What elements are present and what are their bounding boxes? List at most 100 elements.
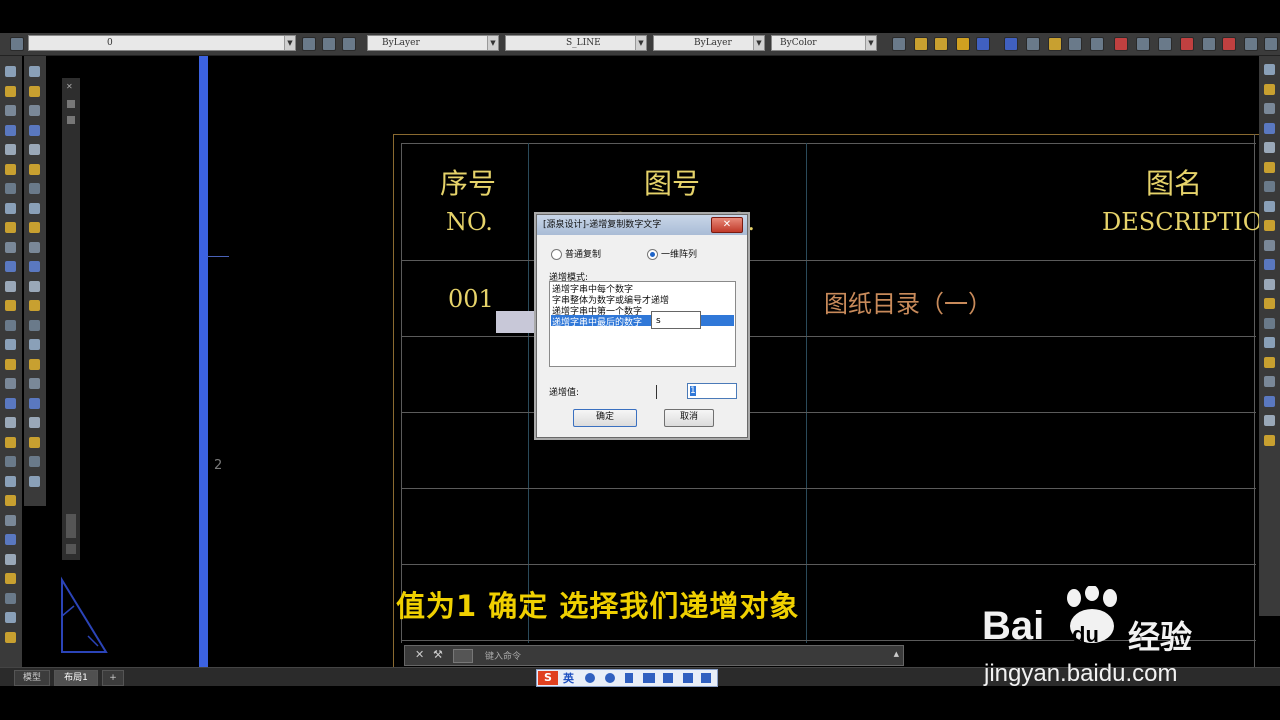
tool-icon[interactable] bbox=[1264, 376, 1275, 387]
tool-icon[interactable] bbox=[1114, 37, 1128, 51]
tool-icon[interactable] bbox=[5, 105, 16, 116]
ime-toolbar[interactable]: S 英 bbox=[536, 669, 718, 687]
tool-icon[interactable] bbox=[5, 475, 16, 487]
tool-icon[interactable] bbox=[1136, 37, 1150, 51]
close-icon[interactable]: ✕ bbox=[415, 648, 424, 661]
tool-icon[interactable] bbox=[29, 417, 40, 428]
chevron-up-icon[interactable]: ▲ bbox=[894, 650, 899, 658]
tool-icon[interactable] bbox=[5, 358, 16, 370]
tool-icon[interactable] bbox=[1180, 37, 1194, 51]
tool-icon[interactable] bbox=[5, 495, 16, 506]
tab-layout1[interactable]: 布局1 bbox=[54, 670, 98, 686]
tool-icon[interactable] bbox=[29, 358, 40, 370]
tool-icon[interactable] bbox=[1264, 278, 1275, 290]
tool-icon[interactable] bbox=[5, 534, 16, 545]
tool-icon[interactable] bbox=[5, 163, 16, 175]
tool-icon[interactable] bbox=[1264, 337, 1275, 348]
close-icon[interactable]: ✕ bbox=[66, 82, 75, 91]
tool-icon[interactable] bbox=[29, 222, 40, 233]
tool-icon[interactable] bbox=[5, 241, 16, 253]
tool-icon[interactable] bbox=[5, 144, 16, 155]
tool-icon[interactable] bbox=[29, 66, 40, 77]
tool-icon[interactable] bbox=[1264, 200, 1275, 212]
tool-icon[interactable] bbox=[5, 553, 16, 565]
tool-icon[interactable] bbox=[29, 456, 40, 467]
tool-icon[interactable] bbox=[5, 612, 16, 623]
tool-icon[interactable] bbox=[29, 436, 40, 448]
list-item-selected[interactable]: 递增字串中最后的数字 bbox=[551, 315, 734, 328]
tool-icon[interactable] bbox=[1222, 37, 1236, 51]
increment-input[interactable]: 1 bbox=[687, 383, 737, 399]
linetype-select[interactable]: S_LINE ▼ bbox=[505, 35, 647, 51]
tool-icon[interactable] bbox=[5, 631, 16, 643]
radio-linear-array[interactable] bbox=[647, 249, 658, 260]
tool-icon[interactable] bbox=[1264, 103, 1275, 114]
tool-icon[interactable] bbox=[1068, 37, 1082, 51]
tool-icon[interactable] bbox=[5, 514, 16, 526]
tool-icon[interactable] bbox=[29, 144, 40, 155]
emoji-icon[interactable] bbox=[605, 673, 615, 683]
tool-icon[interactable] bbox=[29, 261, 40, 272]
tool-icon[interactable] bbox=[1264, 239, 1275, 251]
tool-icon[interactable] bbox=[1244, 37, 1258, 51]
tool-icon[interactable] bbox=[5, 66, 16, 77]
tool-icon[interactable] bbox=[1202, 37, 1216, 51]
tool-icon[interactable] bbox=[1264, 142, 1275, 153]
tool-icon[interactable] bbox=[5, 124, 16, 136]
tool-icon[interactable] bbox=[29, 339, 40, 350]
tool-icon[interactable] bbox=[976, 37, 990, 51]
layer-select[interactable]: 0 ▼ bbox=[28, 35, 296, 51]
tool-icon[interactable] bbox=[29, 202, 40, 214]
tool-icon[interactable] bbox=[1264, 161, 1275, 173]
layer-previous-icon[interactable] bbox=[322, 37, 336, 51]
tool-icon[interactable] bbox=[1158, 37, 1172, 51]
tool-icon[interactable] bbox=[5, 436, 16, 448]
tool-icon[interactable] bbox=[5, 378, 16, 389]
tool-icon[interactable] bbox=[29, 475, 40, 487]
user-icon[interactable] bbox=[663, 673, 673, 683]
tool-icon[interactable] bbox=[1264, 220, 1275, 231]
properties-palette-collapsed[interactable]: ✕ bbox=[62, 78, 80, 560]
mode-edit-input[interactable]: s bbox=[651, 311, 701, 329]
tool-icon[interactable] bbox=[1264, 434, 1275, 446]
tool-icon[interactable] bbox=[29, 378, 40, 389]
toolbox-icon[interactable] bbox=[701, 673, 711, 683]
tool-icon[interactable] bbox=[5, 261, 16, 272]
tool-icon[interactable] bbox=[1026, 37, 1040, 51]
command-input-placeholder[interactable]: 键入命令 bbox=[485, 649, 521, 662]
tool-icon[interactable] bbox=[5, 183, 16, 194]
keyboard-icon[interactable] bbox=[643, 673, 655, 683]
tool-icon[interactable] bbox=[29, 280, 40, 292]
menu-icon[interactable] bbox=[67, 116, 75, 124]
make-current-icon[interactable] bbox=[302, 37, 316, 51]
tab-add[interactable]: + bbox=[102, 670, 124, 686]
tool-icon[interactable] bbox=[1264, 64, 1275, 75]
tool-icon[interactable] bbox=[29, 105, 40, 116]
tool-icon[interactable] bbox=[1264, 37, 1278, 51]
tool-icon[interactable] bbox=[29, 85, 40, 97]
color-select[interactable]: ByLayer ▼ bbox=[367, 35, 499, 51]
tool-icon[interactable] bbox=[29, 319, 40, 331]
tool-icon[interactable] bbox=[1048, 37, 1062, 51]
tool-icon[interactable] bbox=[1264, 83, 1275, 95]
command-history-icon[interactable] bbox=[453, 649, 473, 663]
tool-icon[interactable] bbox=[1004, 37, 1018, 51]
tool-icon[interactable] bbox=[29, 300, 40, 311]
tool-icon[interactable] bbox=[5, 592, 16, 604]
wrench-icon[interactable]: ⚒ bbox=[433, 648, 443, 661]
tool-icon[interactable] bbox=[1264, 415, 1275, 426]
plotstyle-select[interactable]: ByColor ▼ bbox=[771, 35, 877, 51]
tool-icon[interactable] bbox=[5, 339, 16, 350]
match-layer-icon[interactable] bbox=[342, 37, 356, 51]
palette-title-tab[interactable] bbox=[66, 514, 76, 538]
tool-icon[interactable] bbox=[29, 124, 40, 136]
tool-icon[interactable] bbox=[5, 202, 16, 214]
tab-model[interactable]: 模型 bbox=[14, 670, 50, 686]
skin-icon[interactable] bbox=[683, 673, 693, 683]
sogou-logo-icon[interactable]: S bbox=[538, 671, 558, 685]
pin-icon[interactable] bbox=[67, 100, 75, 108]
tool-icon[interactable] bbox=[914, 37, 928, 51]
tool-icon[interactable] bbox=[5, 417, 16, 428]
radio-normal-copy[interactable] bbox=[551, 249, 562, 260]
tool-icon[interactable] bbox=[1264, 395, 1275, 407]
